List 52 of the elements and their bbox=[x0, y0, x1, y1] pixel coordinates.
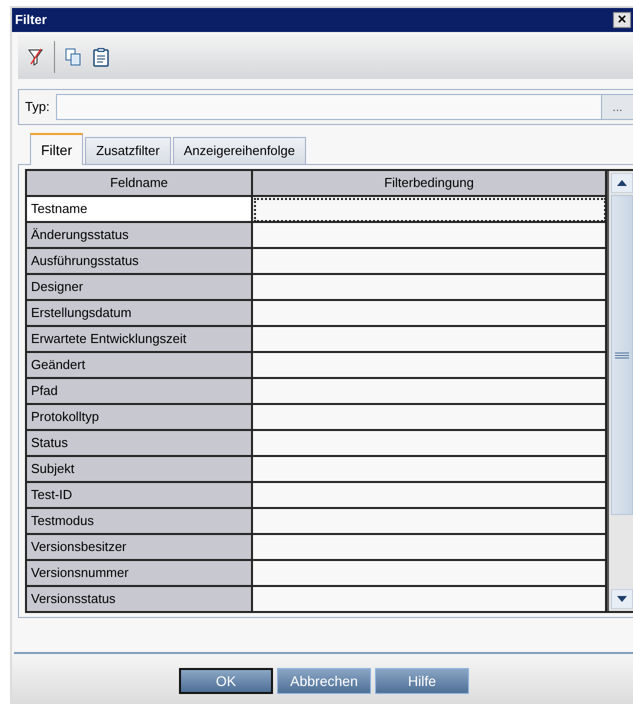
filter-condition-cell[interactable] bbox=[253, 301, 607, 327]
browse-button[interactable]: ... bbox=[601, 95, 633, 119]
field-name-cell[interactable]: Testname bbox=[27, 197, 253, 223]
filter-condition-cell[interactable] bbox=[253, 483, 607, 509]
field-name-cell[interactable]: Status bbox=[27, 431, 253, 457]
field-name-cell[interactable]: Pfad bbox=[27, 379, 253, 405]
type-label: Typ: bbox=[25, 98, 50, 116]
filter-condition-cell[interactable] bbox=[253, 535, 607, 561]
field-name-cell[interactable]: Test-ID bbox=[27, 483, 253, 509]
scroll-down-icon[interactable] bbox=[617, 596, 627, 602]
filter-condition-cell[interactable] bbox=[253, 223, 607, 249]
tab[interactable]: Filter bbox=[30, 133, 84, 165]
field-name-cell[interactable]: Erstellungsdatum bbox=[27, 301, 253, 327]
grip-icon bbox=[615, 352, 629, 358]
filter-condition-cell[interactable] bbox=[253, 457, 607, 483]
filter-condition-cell[interactable] bbox=[253, 431, 607, 457]
column-header[interactable]: Feldname bbox=[27, 171, 253, 197]
field-name-cell[interactable]: Versionsnummer bbox=[27, 561, 253, 587]
close-button[interactable]: × bbox=[613, 12, 631, 28]
field-name-cell[interactable]: Versionsstatus bbox=[27, 587, 253, 613]
filter-condition-cell[interactable] bbox=[253, 379, 607, 405]
filter-condition-cell[interactable] bbox=[253, 249, 607, 275]
scrollbar[interactable] bbox=[607, 171, 633, 611]
field-name-cell[interactable]: Subjekt bbox=[27, 457, 253, 483]
field-name-cell[interactable]: Versionsbesitzer bbox=[27, 535, 253, 561]
filter-condition-cell[interactable] bbox=[253, 275, 607, 301]
filter-condition-cell[interactable] bbox=[253, 509, 607, 535]
field-name-cell[interactable]: Testmodus bbox=[27, 509, 253, 535]
filter-condition-cell[interactable] bbox=[253, 561, 607, 587]
scroll-up-icon[interactable] bbox=[617, 180, 627, 186]
clipboard-icon[interactable] bbox=[93, 48, 109, 66]
field-name-cell[interactable]: Geändert bbox=[27, 353, 253, 379]
field-name-cell[interactable]: Erwartete Entwicklungszeit bbox=[27, 327, 253, 353]
field-name-cell[interactable]: Ausführungsstatus bbox=[27, 249, 253, 275]
column-header[interactable]: Filterbedingung bbox=[253, 171, 607, 197]
filter-condition-cell[interactable] bbox=[253, 405, 607, 431]
tab[interactable]: Zusatzfilter bbox=[85, 137, 171, 165]
tab[interactable]: Anzeigereihenfolge bbox=[172, 137, 306, 165]
filter-condition-cell[interactable] bbox=[253, 353, 607, 379]
copy-icon[interactable] bbox=[65, 48, 83, 66]
dialog-button[interactable]: Abbrechen bbox=[277, 668, 371, 694]
field-name-cell[interactable]: Änderungsstatus bbox=[27, 223, 253, 249]
type-field[interactable]: ... bbox=[56, 94, 633, 120]
dialog-button[interactable]: Hilfe bbox=[375, 668, 469, 694]
clear-filter-icon[interactable] bbox=[28, 48, 44, 66]
field-name-cell[interactable]: Designer bbox=[27, 275, 253, 301]
filter-condition-cell[interactable] bbox=[253, 327, 607, 353]
field-name-cell[interactable]: Protokolltyp bbox=[27, 405, 253, 431]
scroll-thumb[interactable] bbox=[611, 195, 633, 515]
dialog-button[interactable]: OK bbox=[179, 668, 273, 694]
filter-condition-cell[interactable] bbox=[253, 197, 607, 223]
window-title: Filter bbox=[15, 11, 47, 30]
